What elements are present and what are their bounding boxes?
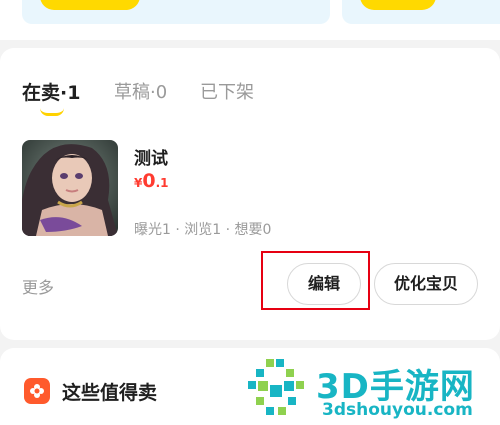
price-integer: 0 bbox=[142, 170, 156, 192]
promo-card-left[interactable] bbox=[22, 0, 330, 24]
optimize-item-button[interactable]: 优化宝贝 bbox=[374, 263, 478, 305]
section-title: 这些值得卖 bbox=[62, 382, 158, 404]
tab-drafts[interactable]: 草稿·0 bbox=[114, 78, 167, 104]
flower-icon bbox=[24, 378, 50, 404]
promo-button-right[interactable] bbox=[360, 0, 436, 10]
more-button[interactable]: 更多 bbox=[22, 274, 54, 298]
promo-button-left[interactable] bbox=[40, 0, 140, 10]
watermark-url: 3dshouyou.com bbox=[322, 400, 473, 420]
product-item[interactable]: 测试 ¥0.1 曝光1 · 浏览1 · 想要0 bbox=[22, 140, 478, 240]
watermark-logo-icon bbox=[244, 355, 310, 421]
product-thumbnail[interactable] bbox=[22, 140, 118, 236]
price-decimal: .1 bbox=[155, 176, 169, 190]
active-tab-indicator bbox=[40, 108, 64, 116]
product-title[interactable]: 测试 bbox=[134, 144, 168, 169]
product-stats: 曝光1 · 浏览1 · 想要0 bbox=[134, 222, 272, 238]
tab-on-sale[interactable]: 在卖·1 bbox=[22, 78, 80, 105]
my-items-card: 在卖·1 草稿·0 已下架 测试 ¥0.1 曝光1 · 浏览1 · 想要0 更多… bbox=[0, 48, 500, 340]
promo-card-right[interactable] bbox=[342, 0, 500, 24]
product-price: ¥0.1 bbox=[134, 170, 169, 192]
tab-off-shelf[interactable]: 已下架 bbox=[200, 78, 254, 104]
screen: 在卖·1 草稿·0 已下架 测试 ¥0.1 曝光1 · 浏览1 · 想要0 更多… bbox=[0, 0, 500, 425]
annotation-highlight-box bbox=[261, 251, 370, 310]
promo-strip bbox=[0, 0, 500, 40]
